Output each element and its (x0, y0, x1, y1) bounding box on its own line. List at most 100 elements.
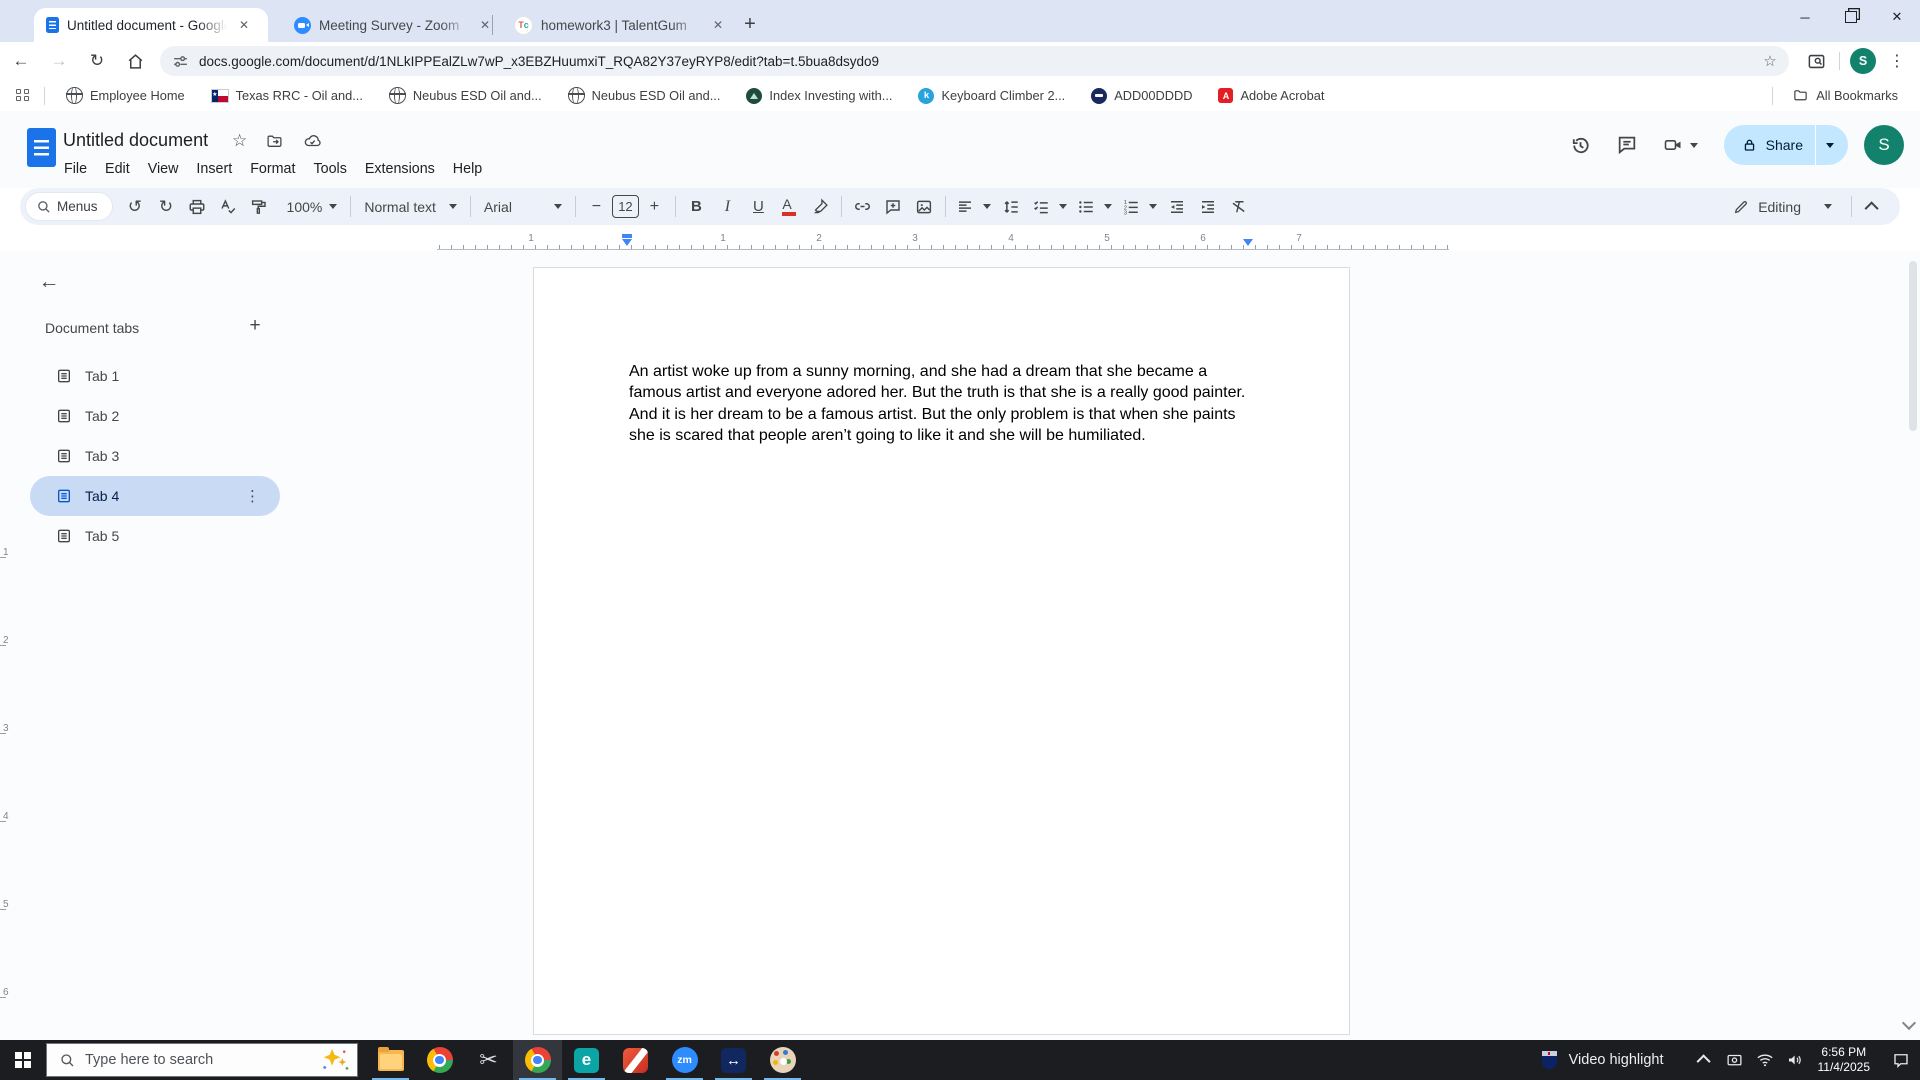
apps-grid-icon[interactable] (16, 88, 30, 103)
left-indent-marker[interactable] (622, 239, 632, 246)
tab-close-icon[interactable]: ✕ (709, 16, 727, 34)
decrease-font-size-icon[interactable]: − (583, 193, 610, 220)
video-call-button[interactable] (1650, 122, 1710, 168)
menu-tools[interactable]: Tools (304, 158, 355, 180)
tab-close-icon[interactable]: ✕ (235, 16, 253, 34)
zoom-select[interactable]: 100% (279, 199, 346, 215)
bookmark-add00dddd[interactable]: ADD00DDDD (1091, 87, 1192, 104)
move-to-folder-icon[interactable] (265, 133, 284, 150)
docs-avatar[interactable]: S (1864, 125, 1904, 165)
increase-font-size-icon[interactable]: + (641, 193, 668, 220)
taskbar-chrome-1[interactable] (415, 1040, 464, 1080)
decrease-indent-icon[interactable] (1164, 193, 1191, 220)
add-comment-icon[interactable] (880, 193, 907, 220)
scroll-down-chevron-icon[interactable] (1901, 1015, 1917, 1033)
tab-options-kebab-icon[interactable]: ⋮ (245, 487, 260, 505)
undo-icon[interactable]: ↺ (122, 193, 149, 220)
window-close-button[interactable]: ✕ (1874, 0, 1920, 34)
insert-link-icon[interactable] (849, 193, 876, 220)
reload-icon[interactable]: ↻ (80, 44, 114, 78)
clear-formatting-icon[interactable] (1226, 193, 1253, 220)
taskbar-clock[interactable]: 6:56 PM 11/4/2025 (1818, 1045, 1871, 1075)
document-text[interactable]: An artist woke up from a sunny morning, … (629, 361, 1254, 447)
window-restore-button[interactable] (1828, 0, 1874, 34)
scrollbar-thumb[interactable] (1909, 261, 1917, 431)
menu-insert[interactable]: Insert (187, 158, 241, 180)
display-tray-icon[interactable] (1720, 1040, 1750, 1080)
bookmark-employee-home[interactable]: Employee Home (66, 87, 185, 104)
underline-icon[interactable]: U (745, 193, 772, 220)
bookmark-neubus-2[interactable]: Neubus ESD Oil and... (567, 87, 720, 104)
version-history-icon[interactable] (1558, 122, 1604, 168)
document-title[interactable]: Untitled document (63, 130, 208, 151)
paint-format-icon[interactable] (246, 193, 273, 220)
share-button[interactable]: Share (1723, 125, 1848, 165)
bookmark-keyboard-climber[interactable]: k Keyboard Climber 2... (918, 87, 1065, 104)
bookmark-index-investing[interactable]: Index Investing with... (746, 87, 892, 104)
menu-help[interactable]: Help (444, 158, 491, 180)
browser-tab-docs[interactable]: Untitled document - Google Docs ✕ (34, 8, 268, 42)
bold-icon[interactable]: B (683, 193, 710, 220)
volume-icon[interactable] (1780, 1040, 1810, 1080)
increase-indent-icon[interactable] (1195, 193, 1222, 220)
document-tab-2[interactable]: Tab 2 (30, 396, 280, 436)
insert-image-icon[interactable] (911, 193, 938, 220)
align-select[interactable] (951, 198, 996, 216)
mode-select-editing[interactable]: Editing (1719, 192, 1846, 222)
star-document-icon[interactable]: ☆ (232, 131, 247, 151)
document-tab-4-active[interactable]: Tab 4 ⋮ (30, 476, 280, 516)
taskbar-ccleaner[interactable] (611, 1040, 660, 1080)
taskbar-file-explorer[interactable] (366, 1040, 415, 1080)
collapse-toolbar-icon[interactable] (1859, 193, 1886, 220)
comments-icon[interactable] (1604, 122, 1650, 168)
new-tab-button[interactable]: + (736, 10, 764, 38)
taskbar-snipping-tool[interactable]: ✂ (464, 1040, 513, 1080)
start-button[interactable] (0, 1040, 46, 1080)
paragraph-style-select[interactable]: Normal text (356, 199, 465, 215)
nfl-tray-icon[interactable] (1541, 1051, 1557, 1069)
redo-icon[interactable]: ↻ (153, 193, 180, 220)
browser-avatar[interactable]: S (1850, 48, 1876, 74)
italic-icon[interactable]: I (714, 193, 741, 220)
highlight-color-icon[interactable] (807, 193, 834, 220)
bookmark-neubus-1[interactable]: Neubus ESD Oil and... (388, 87, 542, 104)
bookmark-star-icon[interactable]: ☆ (1757, 48, 1783, 74)
tray-expand-chevron-icon[interactable] (1690, 1040, 1720, 1080)
document-tab-5[interactable]: Tab 5 (30, 516, 280, 556)
taskbar-chrome-2-active[interactable] (513, 1040, 562, 1080)
google-docs-logo[interactable] (27, 128, 56, 167)
right-indent-marker[interactable] (1243, 239, 1253, 246)
line-spacing-icon[interactable] (998, 193, 1025, 220)
browser-menu-kebab-icon[interactable]: ⋮ (1880, 44, 1914, 78)
checklist-select[interactable] (1027, 198, 1072, 216)
share-caret-icon[interactable] (1816, 142, 1848, 148)
taskbar-teamviewer[interactable]: ↔ (709, 1040, 758, 1080)
taskbar-search-box[interactable]: Type here to search (46, 1043, 358, 1077)
window-minimize-button[interactable]: ─ (1782, 0, 1828, 34)
taskbar-paint[interactable] (758, 1040, 807, 1080)
back-icon[interactable]: ← (4, 44, 38, 78)
bulleted-list-select[interactable] (1072, 198, 1117, 216)
wifi-icon[interactable] (1750, 1040, 1780, 1080)
text-color-icon[interactable]: A (776, 193, 803, 220)
add-document-tab-button[interactable]: + (240, 311, 270, 341)
menu-extensions[interactable]: Extensions (356, 158, 444, 180)
document-tab-3[interactable]: Tab 3 (30, 436, 280, 476)
menu-file[interactable]: File (55, 158, 96, 180)
document-page[interactable]: An artist woke up from a sunny morning, … (533, 267, 1350, 1035)
menu-view[interactable]: View (139, 158, 188, 180)
menu-format[interactable]: Format (241, 158, 304, 180)
close-tabs-panel-button[interactable]: ← (30, 263, 68, 301)
url-bar[interactable]: docs.google.com/document/d/1NLkIPPEalZLw… (160, 46, 1789, 76)
toolbar-search-menus[interactable]: Menus (26, 193, 112, 220)
home-icon[interactable] (118, 44, 152, 78)
all-bookmarks-button[interactable]: All Bookmarks (1792, 88, 1898, 103)
numbered-list-select[interactable]: 123 (1117, 198, 1162, 216)
bookmark-texas-rrc[interactable]: Texas RRC - Oil and... (210, 88, 363, 103)
document-tab-1[interactable]: Tab 1 (30, 356, 280, 396)
browser-tab-talentgum[interactable]: Tc homework3 | TalentGum ✕ (502, 8, 738, 42)
menu-edit[interactable]: Edit (96, 158, 139, 180)
bookmark-adobe-acrobat[interactable]: A Adobe Acrobat (1218, 88, 1324, 103)
print-icon[interactable] (184, 193, 211, 220)
font-select[interactable]: Arial (476, 199, 570, 215)
